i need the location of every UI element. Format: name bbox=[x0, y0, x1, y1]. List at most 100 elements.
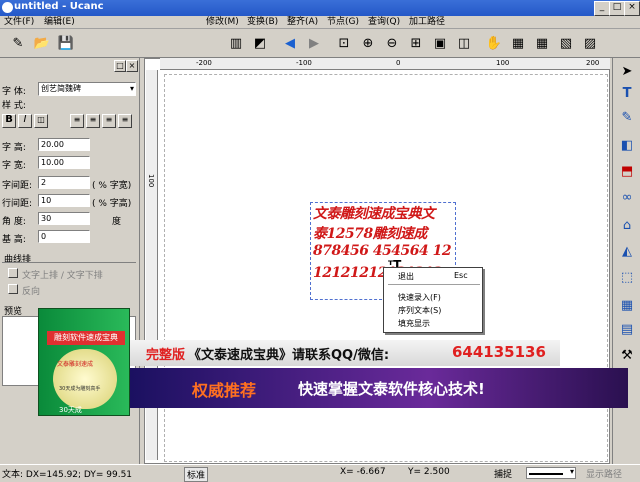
zoom-all-icon[interactable]: ◫ bbox=[454, 34, 474, 54]
line-space-label: 行间距: bbox=[2, 199, 33, 209]
tool-icon-2[interactable]: ▦ bbox=[532, 34, 552, 54]
zoom-in-icon[interactable]: ⊕ bbox=[358, 34, 378, 54]
align-center-icon[interactable]: ≡ bbox=[86, 114, 100, 128]
menu-edit[interactable]: 编辑(E) bbox=[44, 16, 75, 29]
angle-unit: 度 bbox=[112, 217, 122, 227]
menu-bar: 文件(F) 编辑(E) 修改(M) 变换(B) 整齐(A) 节点(G) 查询(Q… bbox=[0, 16, 640, 29]
divider bbox=[2, 262, 136, 263]
line-space-unit: ( % 字高) bbox=[92, 199, 132, 209]
menu-file[interactable]: 文件(F) bbox=[4, 16, 34, 29]
save-icon[interactable]: 💾 bbox=[56, 34, 76, 54]
ruler-tick-label: 100 bbox=[147, 174, 155, 188]
layers-icon[interactable]: ▤ bbox=[617, 320, 637, 340]
line-space-input[interactable]: 10 bbox=[38, 194, 90, 207]
app-icon bbox=[2, 2, 13, 13]
close-button[interactable]: × bbox=[624, 1, 640, 16]
maximize-button[interactable]: □ bbox=[609, 1, 625, 16]
canvas-text-line: 878456 454564 12 bbox=[313, 243, 452, 259]
toolbar: ✎ 📂 💾 ▥ ◩ ◀ ▶ ⊡ ⊕ ⊖ ⊞ ▣ ◫ ✋ ▦ ▦ ▧ ▨ bbox=[0, 30, 640, 58]
italic-button[interactable]: I bbox=[18, 114, 32, 128]
back-icon[interactable]: ◀ bbox=[280, 34, 300, 54]
panel-pin-button[interactable]: □ bbox=[114, 60, 126, 72]
char-space-unit: ( % 字宽) bbox=[92, 181, 132, 191]
base-input[interactable]: 0 bbox=[38, 230, 90, 243]
angle-input[interactable]: 30 bbox=[38, 212, 90, 225]
height-input[interactable]: 20.00 bbox=[38, 138, 90, 151]
font-select[interactable]: 创艺简魏碑 ▾ bbox=[38, 82, 136, 96]
x-coordinate: X= -6.667 bbox=[340, 467, 386, 477]
align-right-icon[interactable]: ≡ bbox=[102, 114, 116, 128]
menu-modify[interactable]: 修改(M) bbox=[206, 16, 239, 29]
outline-button[interactable]: ◫ bbox=[34, 114, 48, 128]
node-edit-icon[interactable]: ✎ bbox=[617, 108, 637, 128]
line-style-select[interactable]: ▾ bbox=[526, 467, 576, 479]
align-left-icon[interactable]: ≡ bbox=[70, 114, 84, 128]
ruler-tick-label: 0 bbox=[396, 59, 401, 67]
open-icon[interactable]: 📂 bbox=[32, 34, 52, 54]
snap-label: 捕捉 bbox=[494, 470, 513, 480]
line-space-value: 10 bbox=[41, 196, 52, 205]
align-justify-icon[interactable]: ≡ bbox=[118, 114, 132, 128]
cd-disc-image: 文泰雕刻速成 30天成为雕刻高手 bbox=[53, 349, 117, 409]
house-icon[interactable]: ⌂ bbox=[617, 216, 637, 236]
title-bar: untitled - Ucanc _ □ × bbox=[0, 0, 640, 16]
minimize-button[interactable]: _ bbox=[594, 1, 610, 16]
zoom-fit-icon[interactable]: ⊞ bbox=[406, 34, 426, 54]
chain-icon[interactable]: ∞ bbox=[617, 188, 637, 208]
zoom-out-icon[interactable]: ⊖ bbox=[382, 34, 402, 54]
tool-icon-4[interactable]: ▨ bbox=[580, 34, 600, 54]
transform-icon[interactable]: ◭ bbox=[617, 242, 637, 262]
tool-icon-3[interactable]: ▧ bbox=[556, 34, 576, 54]
ruler-tick-label: 200 bbox=[586, 59, 600, 67]
shape-tool-icon[interactable]: ◧ bbox=[617, 136, 637, 156]
width-label: 字 宽: bbox=[2, 161, 26, 171]
tool-icon-1[interactable]: ▦ bbox=[508, 34, 528, 54]
menu-transform[interactable]: 变换(B) bbox=[247, 16, 278, 29]
char-space-label: 字间距: bbox=[2, 181, 33, 191]
menu-node[interactable]: 节点(G) bbox=[327, 16, 359, 29]
new-icon[interactable]: ✎ bbox=[8, 34, 28, 54]
panel-close-button[interactable]: × bbox=[126, 60, 138, 72]
ruler-tick-label: -200 bbox=[196, 59, 212, 67]
style-label: 样 式: bbox=[2, 101, 26, 111]
width-input[interactable]: 10.00 bbox=[38, 156, 90, 169]
forward-icon[interactable]: ▶ bbox=[304, 34, 324, 54]
ad-banner-bottom: 权威推荐 快速掌握文泰软件核心技术! bbox=[128, 368, 628, 408]
base-label: 基 高: bbox=[2, 235, 26, 245]
pan-hand-icon[interactable]: ✋ bbox=[484, 34, 504, 54]
menu-exit-shortcut: Esc bbox=[454, 271, 468, 280]
context-menu: 退出 Esc 快速录入(F) 序列文本(S) 填充显示 bbox=[383, 267, 483, 333]
menu-fill-display[interactable]: 填充显示 bbox=[398, 318, 430, 329]
chevron-down-icon: ▾ bbox=[569, 467, 574, 476]
measure-tool-icon[interactable]: ⬚ bbox=[617, 268, 637, 288]
menu-query[interactable]: 查询(Q) bbox=[368, 16, 400, 29]
ruler-tick-label: -100 bbox=[296, 59, 312, 67]
curve-up-label: 文字上排 / 文字下排 bbox=[22, 271, 103, 281]
grid-icon[interactable]: ▦ bbox=[617, 296, 637, 316]
chart-icon[interactable]: ▥ bbox=[226, 34, 246, 54]
bold-button[interactable]: B bbox=[2, 114, 16, 128]
eraser-icon[interactable]: ⬒ bbox=[617, 162, 637, 182]
menu-exit[interactable]: 退出 bbox=[398, 271, 414, 282]
horizontal-ruler: -200 -100 0 100 200 bbox=[160, 58, 610, 70]
measure-icon[interactable]: ◩ bbox=[250, 34, 270, 54]
reverse-checkbox[interactable] bbox=[8, 284, 18, 294]
zoom-window-icon[interactable]: ⊡ bbox=[334, 34, 354, 54]
base-value: 0 bbox=[41, 232, 47, 241]
show-path-button[interactable]: 显示路径 bbox=[586, 467, 622, 480]
text-tool-icon[interactable]: T bbox=[617, 84, 637, 104]
char-space-input[interactable]: 2 bbox=[38, 176, 90, 189]
curve-up-checkbox[interactable] bbox=[8, 268, 18, 278]
menu-arrange[interactable]: 整齐(A) bbox=[287, 16, 318, 29]
menu-quick-input[interactable]: 快速录入(F) bbox=[398, 292, 441, 303]
menu-sequence-text[interactable]: 序列文本(S) bbox=[398, 305, 441, 316]
status-bar: 文本: DX=145.92; DY= 99.51 标准 X= -6.667 Y=… bbox=[0, 464, 640, 482]
select-arrow-icon[interactable]: ➤ bbox=[617, 62, 637, 82]
ad-slogan: 快速掌握文泰软件核心技术! bbox=[298, 380, 485, 398]
engrave-icon[interactable]: ⚒ bbox=[617, 346, 637, 366]
canvas-text-line: 文泰雕刻速成宝典文 bbox=[313, 206, 435, 222]
menu-process[interactable]: 加工路径 bbox=[409, 16, 445, 29]
zoom-page-icon[interactable]: ▣ bbox=[430, 34, 450, 54]
angle-value: 30 bbox=[41, 214, 52, 223]
ad-prefix: 完整版 bbox=[146, 348, 186, 363]
